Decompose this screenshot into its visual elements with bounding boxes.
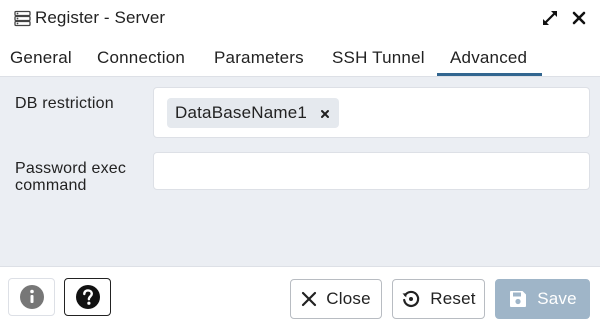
active-tab-indicator bbox=[437, 73, 542, 76]
db-chip: DataBaseName1 bbox=[167, 98, 340, 128]
info-button[interactable] bbox=[8, 278, 55, 316]
dialog-titlebar[interactable]: Register - Server bbox=[0, 0, 600, 38]
close-x-icon bbox=[301, 291, 317, 307]
expand-icon[interactable] bbox=[541, 9, 559, 27]
dialog-title: Register - Server bbox=[35, 8, 166, 27]
tab-advanced[interactable]: Advanced bbox=[450, 48, 527, 68]
db-restriction-input[interactable]: DataBaseName1 bbox=[153, 87, 590, 138]
help-icon bbox=[75, 284, 101, 310]
tab-parameters[interactable]: Parameters bbox=[214, 48, 304, 68]
reset-button[interactable]: Reset bbox=[392, 279, 485, 319]
chip-remove-icon[interactable] bbox=[319, 107, 331, 119]
close-icon[interactable] bbox=[571, 10, 587, 26]
save-button[interactable]: Save bbox=[495, 279, 590, 319]
dialog-footer: Close Reset Save bbox=[0, 266, 600, 329]
password-exec-command-label: Password exec command bbox=[15, 160, 127, 194]
tab-connection[interactable]: Connection bbox=[97, 48, 185, 68]
save-icon bbox=[508, 289, 528, 309]
close-button-label: Close bbox=[326, 289, 371, 308]
tab-ssh-tunnel[interactable]: SSH Tunnel bbox=[332, 48, 425, 68]
advanced-panel: DB restriction DataBaseName1 Password ex… bbox=[0, 77, 600, 266]
reset-button-label: Reset bbox=[430, 289, 476, 308]
db-chip-label: DataBaseName1 bbox=[175, 103, 308, 122]
info-icon bbox=[19, 284, 45, 310]
close-button[interactable]: Close bbox=[290, 279, 382, 319]
help-button[interactable] bbox=[64, 278, 111, 316]
save-button-label: Save bbox=[537, 289, 577, 308]
db-restriction-label: DB restriction bbox=[15, 95, 114, 112]
tab-bar: General Connection Parameters SSH Tunnel… bbox=[0, 38, 600, 77]
server-icon bbox=[14, 10, 31, 27]
password-exec-command-input[interactable] bbox=[153, 152, 590, 190]
reset-icon bbox=[401, 289, 421, 309]
tab-general[interactable]: General bbox=[10, 48, 72, 68]
